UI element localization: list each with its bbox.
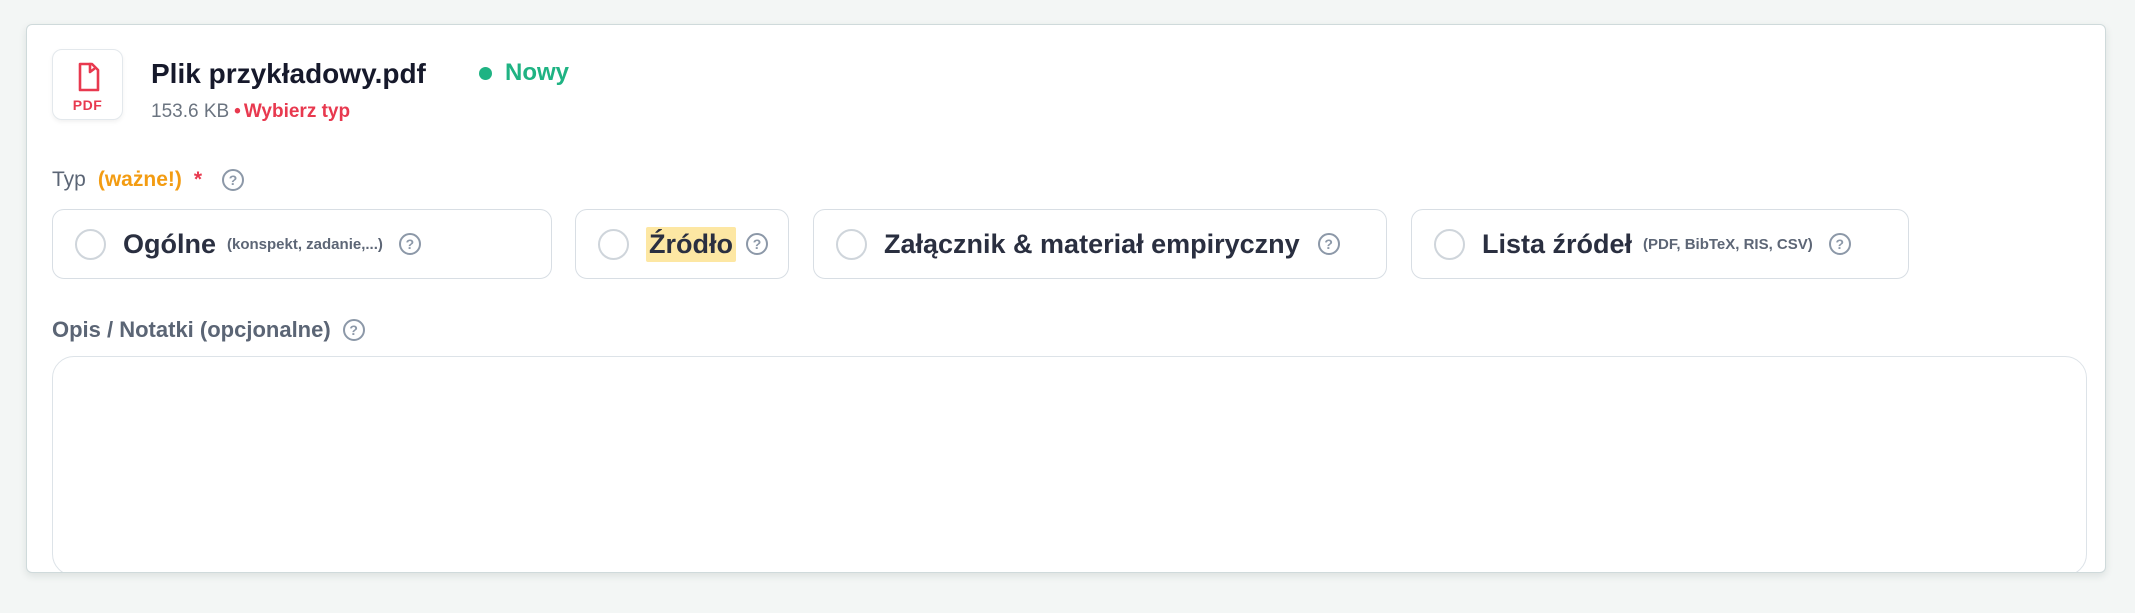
required-marker: * — [193, 168, 203, 191]
notes-help-icon[interactable]: ? — [342, 319, 365, 341]
file-meta: 153.6 KB • Wybierz typ — [151, 101, 350, 123]
meta-separator: • — [234, 101, 241, 122]
status-text: Nowy — [505, 59, 570, 86]
file-upload-card: PDF Plik przykładowy.pdf Nowy 153.6 KB • W… — [26, 24, 2106, 573]
option-label: Lista źródeł — [1482, 228, 1633, 259]
option-hint: (PDF, BibTeX, RIS, CSV) — [1643, 235, 1813, 253]
help-icon[interactable]: ? — [1317, 233, 1340, 255]
notes-textarea[interactable] — [52, 356, 2087, 572]
type-option-lista-zrodel[interactable]: Lista źródeł (PDF, BibTeX, RIS, CSV) ? — [1411, 209, 1909, 279]
radio-zalacznik[interactable] — [836, 228, 867, 260]
radio-lista-zrodel[interactable] — [1434, 228, 1465, 260]
option-label: Ogólne — [123, 228, 216, 259]
document-icon — [78, 62, 100, 92]
file-size: 153.6 KB — [151, 101, 230, 122]
notes-label-text: Opis / Notatki (opcjonalne) — [52, 317, 331, 342]
notes-field-label: Opis / Notatki (opcjonalne) ? — [52, 317, 365, 343]
help-icon[interactable]: ? — [745, 233, 768, 255]
option-label: Źródło — [646, 226, 736, 262]
type-field-label: Typ (ważne!) * ? — [52, 168, 245, 192]
radio-zrodlo[interactable] — [598, 228, 629, 260]
help-icon[interactable]: ? — [398, 233, 421, 255]
status-badge: Nowy — [479, 59, 569, 87]
choose-type-warning: Wybierz typ — [243, 101, 351, 122]
type-option-ogolne[interactable]: Ogólne (konspekt, zadanie,...) ? — [52, 209, 552, 279]
important-note: (ważne!) — [97, 168, 182, 191]
pdf-icon-label: PDF — [72, 97, 103, 113]
radio-ogolne[interactable] — [75, 228, 106, 260]
option-label: Załącznik & materiał empiryczny — [884, 228, 1300, 259]
pdf-file-icon: PDF — [52, 49, 123, 120]
type-option-zalacznik[interactable]: Załącznik & materiał empiryczny ? — [813, 209, 1387, 279]
status-dot-icon — [479, 66, 492, 80]
help-icon[interactable]: ? — [1828, 233, 1851, 255]
option-hint: (konspekt, zadanie,...) — [227, 235, 383, 253]
type-option-zrodlo[interactable]: Źródło ? — [575, 209, 789, 279]
type-label-text: Typ — [52, 168, 86, 191]
file-name: Plik przykładowy.pdf — [151, 58, 426, 89]
type-help-icon[interactable]: ? — [222, 169, 245, 191]
